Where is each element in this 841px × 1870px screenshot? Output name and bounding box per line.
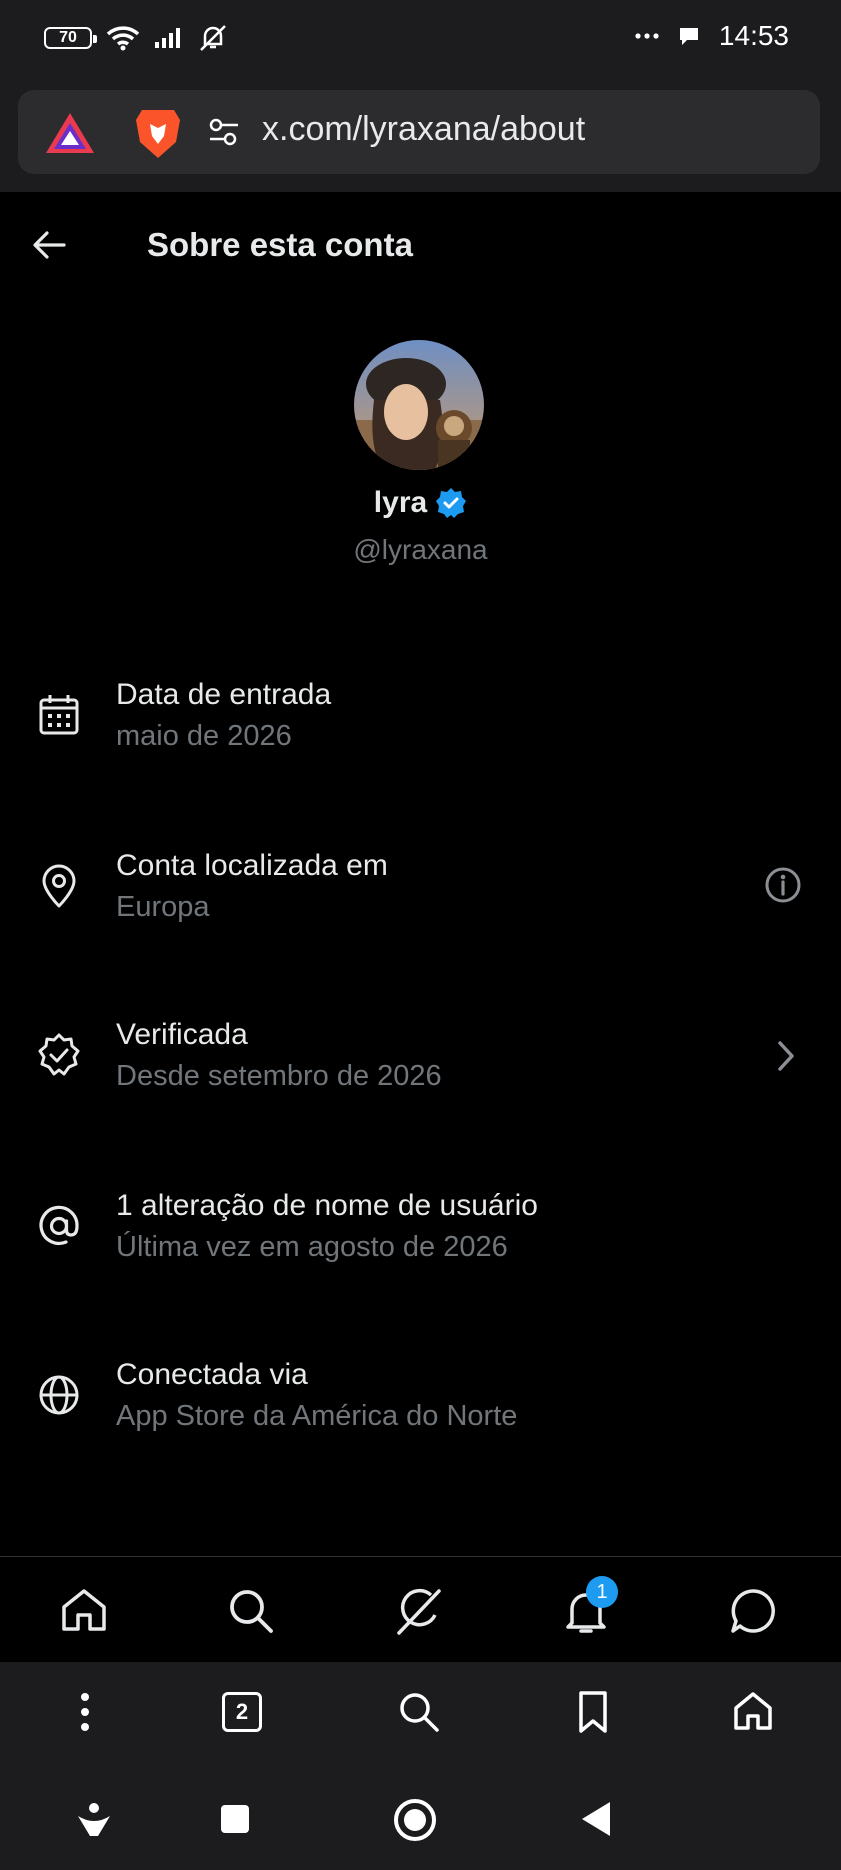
back-nav-icon[interactable]: [580, 1800, 612, 1838]
detail-row-verified[interactable]: Verificada Desde setembro de 2026: [0, 1012, 841, 1132]
status-right: 14:53: [635, 20, 789, 52]
chat-bubble-icon: [679, 28, 698, 45]
detail-value: Desde setembro de 2026: [116, 1060, 442, 1092]
chevron-right-icon: [778, 1041, 794, 1071]
status-left: 70: [44, 24, 228, 52]
url-text[interactable]: x.com/lyraxana/about: [262, 110, 585, 149]
detail-label: Conectada via: [116, 1358, 308, 1391]
detail-value: App Store da América do Norte: [116, 1400, 518, 1432]
search-icon[interactable]: [225, 1585, 277, 1637]
clock: 14:53: [718, 20, 789, 51]
globe-icon: [39, 1375, 79, 1415]
detail-row-username-changes: 1 alteração de nome de usuário Última ve…: [0, 1183, 841, 1303]
bat-rewards-icon[interactable]: [44, 111, 96, 155]
browser-bottom-bar: 2: [0, 1662, 841, 1768]
address-bar[interactable]: x.com/lyraxana/about: [18, 90, 820, 174]
detail-value: Europa: [116, 891, 210, 923]
detail-label: Data de entrada: [116, 678, 332, 711]
messages-icon[interactable]: [727, 1585, 779, 1637]
assistant-icon[interactable]: [76, 1802, 112, 1838]
tab-switcher-button[interactable]: 2: [222, 1692, 262, 1732]
detail-row-joined: Data de entrada maio de 2026: [0, 672, 841, 792]
battery-indicator: 70: [44, 27, 97, 49]
grok-icon[interactable]: [393, 1585, 445, 1637]
home-icon[interactable]: [58, 1585, 110, 1637]
detail-row-location: Conta localizada em Europa: [0, 843, 841, 963]
wifi-icon: [106, 26, 140, 51]
signal-icon: [155, 28, 180, 48]
status-bar: 70 14:53: [0, 0, 841, 80]
system-nav-bar: [0, 1768, 841, 1870]
menu-dots-icon[interactable]: [78, 1692, 92, 1732]
detail-label: Conta localizada em: [116, 849, 388, 882]
browser-home-icon[interactable]: [732, 1690, 774, 1732]
browser-search-icon[interactable]: [397, 1690, 441, 1734]
detail-label: Verificada: [116, 1018, 248, 1051]
page-title: Sobre esta conta: [147, 226, 413, 263]
profile-name-row: lyra: [0, 486, 841, 520]
verified-badge-icon: [38, 1033, 80, 1076]
calendar-icon: [39, 695, 79, 735]
avatar[interactable]: [354, 340, 484, 470]
location-pin-icon: [42, 864, 76, 908]
site-settings-icon[interactable]: [208, 116, 240, 148]
more-dots-icon: [635, 33, 659, 39]
detail-row-connected-via: Conectada via App Store da América do No…: [0, 1352, 841, 1472]
profile-name: lyra: [373, 486, 428, 519]
app-tab-bar: [0, 1556, 841, 1663]
detail-label: 1 alteração de nome de usuário: [116, 1189, 538, 1222]
verified-badge-icon: [436, 488, 467, 518]
notifications-badge: 1: [586, 1576, 618, 1608]
back-arrow-icon[interactable]: [32, 230, 66, 260]
brave-shields-icon[interactable]: [134, 106, 182, 160]
alarm-off-icon: [200, 25, 226, 51]
recents-icon[interactable]: [220, 1804, 250, 1834]
avatar-image: [354, 340, 484, 470]
profile-handle: @lyraxana: [353, 534, 488, 565]
home-nav-icon[interactable]: [393, 1798, 437, 1842]
detail-value: maio de 2026: [116, 720, 292, 752]
browser-toolbar: x.com/lyraxana/about: [0, 80, 841, 192]
info-icon[interactable]: [763, 865, 803, 905]
at-sign-icon: [39, 1205, 79, 1246]
detail-value: Última vez em agosto de 2026: [116, 1231, 508, 1263]
page-header: Sobre esta conta: [0, 192, 841, 302]
bookmark-icon[interactable]: [577, 1690, 609, 1734]
